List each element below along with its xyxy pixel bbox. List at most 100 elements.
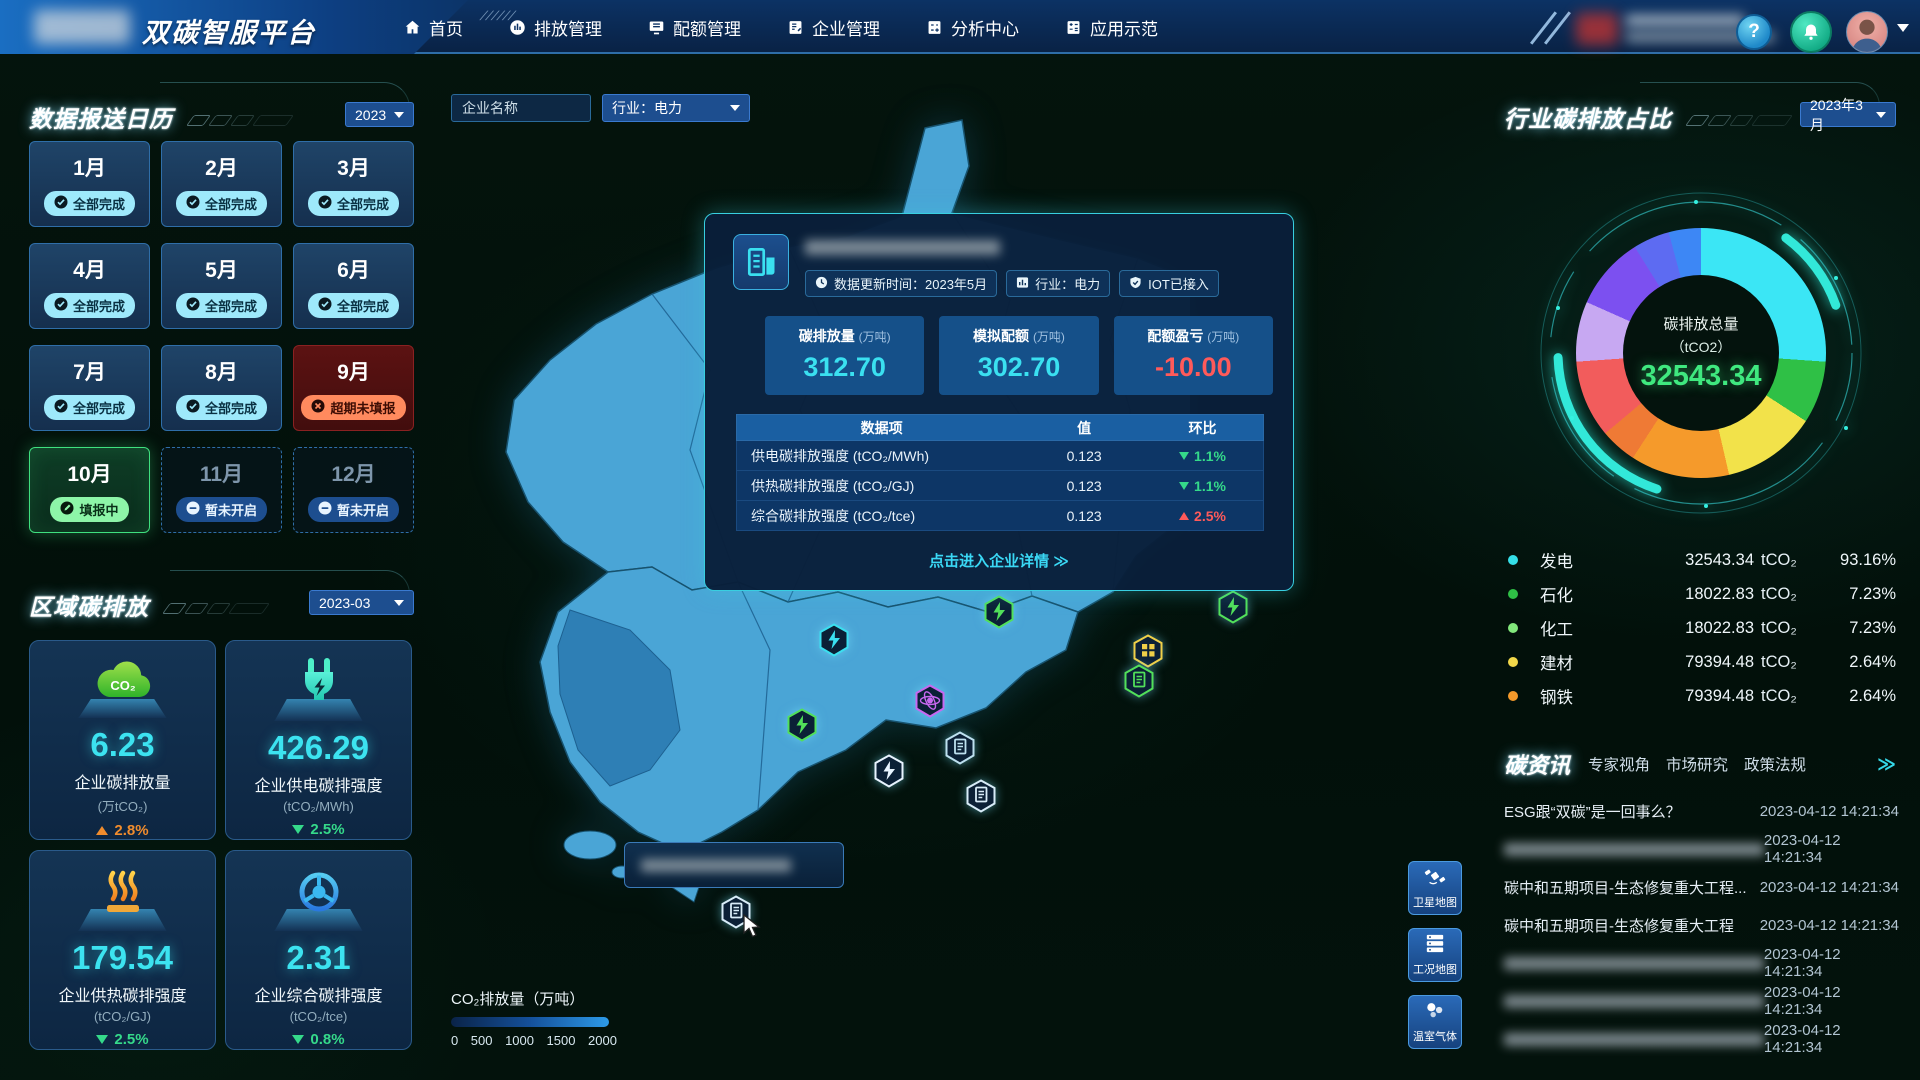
region-card-value: 426.29 — [268, 729, 369, 767]
month-card-7月[interactable]: 7月全部完成 — [29, 345, 150, 431]
region-period-value: 2023-03 — [319, 595, 386, 611]
map-island[interactable] — [564, 831, 616, 859]
badge-text: 暂未开启 — [337, 500, 389, 519]
map-marker-4[interactable] — [1132, 634, 1164, 668]
month-label: 7月 — [73, 356, 106, 386]
map-marker-1[interactable] — [818, 623, 850, 657]
map-marker-9[interactable] — [873, 754, 905, 788]
month-label: 4月 — [73, 254, 106, 284]
news-more-arrow[interactable]: ≫ — [1877, 754, 1896, 775]
logo-mark-redacted — [34, 10, 130, 44]
help-button[interactable]: ? — [1736, 14, 1772, 50]
news-item-1[interactable]: ESG跟“双碳”是一回事么？2023-04-12 14:21:34 — [1504, 792, 1899, 830]
popup-stat-label: 模拟配额 (万吨) — [945, 326, 1092, 346]
layer-button-温室气体[interactable]: 温室气体 — [1408, 995, 1462, 1049]
month-label: 10月 — [67, 458, 111, 488]
news-item-5[interactable]: 2023-04-12 14:21:34 — [1504, 944, 1899, 982]
legend-percent: 2.64% — [1806, 653, 1896, 672]
news-item-time: 2023-04-12 14:21:34 — [1760, 803, 1899, 820]
popup-stat-unit: (万吨) — [1033, 330, 1065, 344]
month-card-6月[interactable]: 6月全部完成 — [293, 243, 414, 329]
map-marker-2[interactable] — [983, 595, 1015, 629]
month-card-11月[interactable]: 11月暂未开启 — [161, 447, 282, 533]
map-marker-5[interactable] — [1123, 664, 1155, 698]
news-item-2[interactable]: 2023-04-12 14:21:34 — [1504, 830, 1899, 868]
nav-item-分析中心[interactable]: 分析中心 — [926, 15, 1019, 40]
month-card-5月[interactable]: 5月全部完成 — [161, 243, 282, 329]
news-tab-市场研究[interactable]: 市场研究 — [1666, 753, 1728, 775]
month-card-1月[interactable]: 1月全部完成 — [29, 141, 150, 227]
month-card-4月[interactable]: 4月全部完成 — [29, 243, 150, 329]
news-panel-title: 碳资讯 — [1504, 748, 1570, 780]
calendar-title-text: 数据报送日历 — [29, 106, 173, 132]
calendar-year-dropdown[interactable]: 2023 — [345, 102, 414, 127]
status-pending-icon — [186, 501, 200, 518]
month-card-12月[interactable]: 12月暂未开启 — [293, 447, 414, 533]
news-item-4[interactable]: 碳中和五期项目-生态修复重大工程2023-04-12 14:21:34 — [1504, 906, 1899, 944]
trend-down-icon — [1179, 452, 1189, 460]
month-status-badge: 暂未开启 — [308, 497, 399, 522]
user-menu-caret-icon[interactable] — [1897, 24, 1909, 32]
month-card-8月[interactable]: 8月全部完成 — [161, 345, 282, 431]
layer-button-工况地图[interactable]: 工况地图 — [1408, 928, 1462, 982]
month-card-10月[interactable]: 10月填报中 — [29, 447, 150, 533]
month-card-2月[interactable]: 2月全部完成 — [161, 141, 282, 227]
map-marker-7[interactable] — [786, 708, 818, 742]
chevron-down-icon — [394, 600, 404, 606]
industry-period-dropdown[interactable]: 2023年3月 — [1800, 102, 1896, 127]
news-tab-政策法规[interactable]: 政策法规 — [1744, 753, 1806, 775]
nav-item-应用示范[interactable]: 应用示范 — [1065, 15, 1158, 40]
month-card-9月[interactable]: 9月超期未填报 — [293, 345, 414, 431]
row-change: 2.5% — [1142, 508, 1263, 524]
nav-item-企业管理[interactable]: 企业管理 — [787, 15, 880, 40]
change-text: 2.5% — [114, 1031, 148, 1048]
status-done-icon — [186, 297, 200, 314]
badge-text: 填报中 — [79, 500, 118, 519]
industry-filter-value: 行业：电力 — [612, 98, 722, 118]
news-item-6[interactable]: 2023-04-12 14:21:34 — [1504, 982, 1899, 1020]
nav-item-排放管理[interactable]: 排放管理 — [509, 15, 602, 40]
change-text: 2.8% — [114, 822, 148, 839]
month-status-badge: 全部完成 — [176, 395, 267, 420]
industry-period-value: 2023年3月 — [1810, 95, 1868, 135]
badge-text: 全部完成 — [337, 194, 389, 213]
region-card-change: 0.8% — [292, 1031, 344, 1048]
status-active-icon — [60, 501, 74, 518]
legend-row-石化: 石化18022.83tCO₂7.23% — [1508, 577, 1896, 611]
region-period-dropdown[interactable]: 2023-03 — [309, 590, 414, 615]
badge-text: 全部完成 — [337, 296, 389, 315]
news-item-3[interactable]: 碳中和五期项目-生态修复重大工程...2023-04-12 14:21:34 — [1504, 868, 1899, 906]
legend-dot — [1508, 691, 1518, 701]
row-change-text: 1.1% — [1194, 478, 1226, 494]
month-label: 8月 — [205, 356, 238, 386]
emission-icon — [509, 19, 526, 36]
month-card-3月[interactable]: 3月全部完成 — [293, 141, 414, 227]
map-marker-10[interactable] — [965, 779, 997, 813]
legend-unit: tCO₂ — [1754, 585, 1806, 604]
news-item-7[interactable]: 2023-04-12 14:21:34 — [1504, 1020, 1899, 1058]
title-decor — [166, 603, 266, 614]
legend-dot — [1508, 589, 1518, 599]
month-label: 5月 — [205, 254, 238, 284]
enterprise-detail-link[interactable]: 点击进入企业详情 ≫ — [705, 550, 1293, 571]
map-marker-6[interactable] — [914, 684, 946, 718]
notifications-button[interactable] — [1790, 11, 1832, 53]
mouse-cursor — [742, 914, 764, 938]
popup-stat-value: 312.70 — [771, 352, 918, 383]
home-icon — [404, 19, 421, 36]
map-marker-3[interactable] — [1217, 590, 1249, 624]
news-tab-专家视角[interactable]: 专家视角 — [1588, 753, 1650, 775]
popup-data-table: 数据项值环比供电碳排放强度 (tCO₂/MWh)0.1231.1%供热碳排放强度… — [736, 414, 1264, 531]
news-title-redacted — [1504, 995, 1764, 1008]
legend-dot — [1508, 657, 1518, 667]
popup-stats: 碳排放量 (万吨)312.70模拟配额 (万吨)302.70配额盈亏 (万吨)-… — [765, 316, 1273, 395]
nav-label: 配额管理 — [673, 15, 741, 40]
map-marker-8[interactable] — [944, 731, 976, 765]
layer-button-卫星地图[interactable]: 卫星地图 — [1408, 861, 1462, 915]
nav-item-配额管理[interactable]: 配额管理 — [648, 15, 741, 40]
company-search-input[interactable] — [451, 94, 591, 122]
nav-item-首页[interactable]: 首页 — [404, 15, 463, 40]
status-done-icon — [318, 297, 332, 314]
avatar[interactable] — [1846, 11, 1888, 53]
industry-filter-dropdown[interactable]: 行业：电力 — [602, 94, 750, 122]
